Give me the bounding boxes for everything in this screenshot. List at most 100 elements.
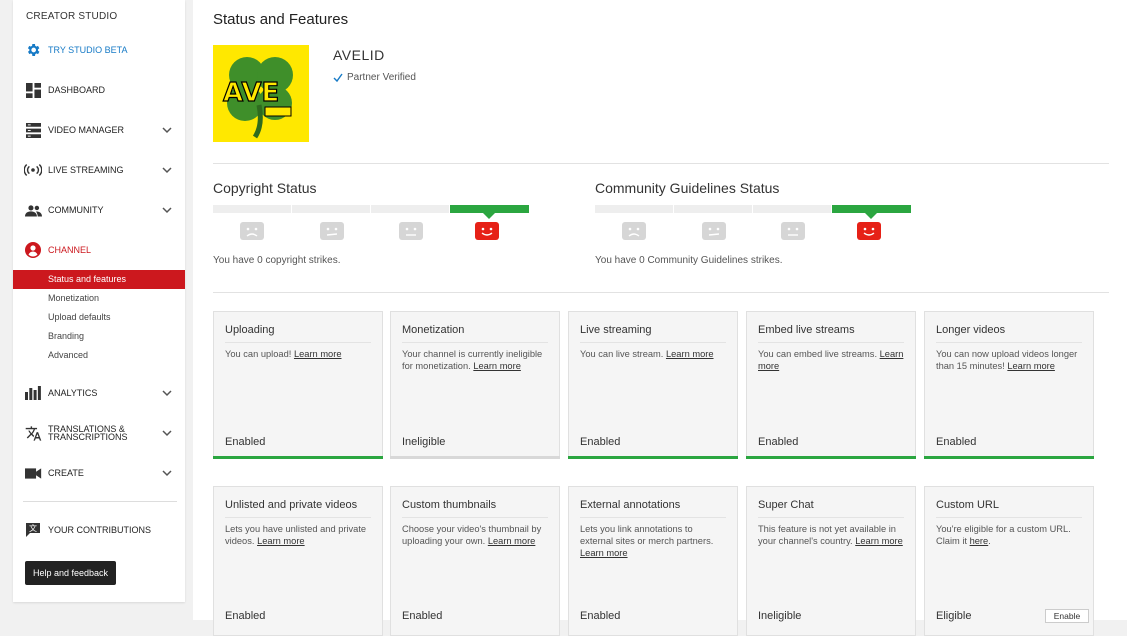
community-status-title: Community Guidelines Status	[595, 180, 780, 196]
card-rule	[402, 517, 548, 518]
sidebar-item-dashboard[interactable]: DASHBOARD	[13, 77, 185, 103]
learn-more-link[interactable]: Learn more	[666, 349, 714, 359]
channel-name: AVELID	[333, 47, 385, 63]
card-description-text: You're eligible for a custom URL. Claim …	[936, 524, 1071, 546]
learn-more-link[interactable]: Learn more	[855, 536, 903, 546]
sidebar-item-video-manager[interactable]: VIDEO MANAGER	[13, 117, 185, 143]
card-status-bar	[924, 456, 1094, 459]
strike-pointer	[483, 213, 495, 219]
sidebar-subitem-advanced[interactable]: Advanced	[13, 346, 185, 365]
sidebar-item-analytics[interactable]: ANALYTICS	[13, 380, 185, 406]
card-rule	[402, 342, 548, 343]
chevron-down-icon[interactable]	[161, 124, 173, 136]
checkmark-icon	[333, 73, 343, 82]
card-status: Enabled	[580, 436, 621, 448]
strike-bar-2	[674, 205, 752, 213]
channel-logo: AVE	[213, 45, 309, 142]
verified-label: Partner Verified	[347, 72, 416, 83]
chevron-down-icon[interactable]	[161, 204, 173, 216]
learn-more-link[interactable]: Learn more	[488, 536, 536, 546]
subitem-label: Monetization	[48, 293, 100, 303]
strike-bar-0-active	[450, 205, 529, 213]
card-status: Eligible	[936, 610, 972, 622]
card-rule	[225, 342, 371, 343]
copyright-status: Copyright Status You have 0 copyright st…	[213, 180, 543, 266]
chevron-down-icon[interactable]	[161, 387, 173, 399]
camera-icon	[24, 464, 42, 482]
card-description: You can upload! Learn more	[225, 348, 373, 360]
sidebar-subitem-branding[interactable]: Branding	[13, 327, 185, 346]
sidebar-item-label: LIVE STREAMING	[48, 164, 124, 175]
happy-face-icon	[857, 222, 881, 240]
sidebar-item-create[interactable]: CREATE	[13, 460, 185, 486]
card-description: Lets you link annotations to external si…	[580, 523, 728, 559]
main-content: Status and Features AVE AVELID Partner V…	[193, 0, 1127, 636]
sidebar-item-channel[interactable]: CHANNEL	[13, 237, 185, 263]
sidebar-item-label: COMMUNITY	[48, 204, 104, 215]
sidebar-item-live-streaming[interactable]: LIVE STREAMING	[13, 157, 185, 183]
sidebar-item-label-line2: TRANSCRIPTIONS	[48, 432, 128, 442]
learn-more-link[interactable]: Learn more	[473, 361, 521, 371]
card-status-bar	[746, 456, 916, 459]
sidebar-item-community[interactable]: COMMUNITY	[13, 197, 185, 223]
strike-bar-3	[213, 205, 291, 213]
claim-here-link[interactable]: here	[970, 536, 989, 546]
subitem-label: Status and features	[48, 274, 127, 284]
feature-card-longer-videos: Longer videos You can now upload videos …	[924, 311, 1094, 459]
chevron-down-icon[interactable]	[161, 467, 173, 479]
enable-custom-url-button[interactable]: Enable	[1045, 609, 1089, 623]
community-guidelines-status: Community Guidelines Status You have 0 C…	[595, 180, 925, 266]
translate-icon	[24, 424, 42, 442]
sidebar-subitem-monetization[interactable]: Monetization	[13, 289, 185, 308]
feature-card-monetization: Monetization Your channel is currently i…	[390, 311, 560, 459]
subitem-label: Upload defaults	[48, 312, 111, 322]
neutral-face-icon	[320, 222, 344, 240]
card-status-bar	[568, 456, 738, 459]
feature-card-external-annotations: External annotations Lets you link annot…	[568, 486, 738, 636]
analytics-icon	[24, 384, 42, 402]
sidebar-item-translations[interactable]: TRANSLATIONS & TRANSCRIPTIONS	[13, 420, 185, 446]
card-title: Embed live streams	[758, 324, 855, 336]
divider	[213, 292, 1109, 293]
card-description: Choose your video's thumbnail by uploadi…	[402, 523, 550, 547]
sidebar: CREATOR STUDIO TRY STUDIO BETA DASHBOARD…	[13, 0, 185, 602]
strike-bar-3	[595, 205, 673, 213]
gear-icon	[24, 41, 42, 59]
learn-more-link[interactable]: Learn more	[580, 548, 628, 558]
card-description: You can live stream. Learn more	[580, 348, 728, 360]
card-status: Enabled	[580, 610, 621, 622]
community-icon	[24, 201, 42, 219]
card-description: You can now upload videos longer than 15…	[936, 348, 1084, 372]
card-title: External annotations	[580, 499, 681, 511]
card-status: Enabled	[225, 436, 266, 448]
sidebar-item-try-studio-beta[interactable]: TRY STUDIO BETA	[13, 37, 185, 63]
sidebar-divider	[23, 501, 177, 502]
partner-verified: Partner Verified	[333, 72, 416, 83]
divider	[213, 163, 1109, 164]
card-description: You're eligible for a custom URL. Claim …	[936, 523, 1084, 547]
card-title: Uploading	[225, 324, 275, 336]
sidebar-subitem-upload-defaults[interactable]: Upload defaults	[13, 308, 185, 327]
card-description-text: Lets you link annotations to external si…	[580, 524, 714, 546]
strike-bar-2	[292, 205, 370, 213]
sidebar-subitem-status-and-features[interactable]: Status and features	[13, 270, 185, 289]
learn-more-link[interactable]: Learn more	[257, 536, 305, 546]
chevron-down-icon[interactable]	[161, 427, 173, 439]
sidebar-item-label: TRY STUDIO BETA	[48, 44, 128, 55]
help-and-feedback-button[interactable]: Help and feedback	[25, 561, 116, 585]
sidebar-item-your-contributions[interactable]: 文 YOUR CONTRIBUTIONS	[13, 517, 185, 543]
clover-logo-image: AVE	[213, 45, 309, 142]
strike-pointer	[865, 213, 877, 219]
svg-text:文: 文	[29, 523, 37, 533]
chevron-down-icon[interactable]	[161, 164, 173, 176]
neutral-face-icon	[399, 222, 423, 240]
card-title: Custom thumbnails	[402, 499, 497, 511]
learn-more-link[interactable]: Learn more	[294, 349, 342, 359]
card-title: Super Chat	[758, 499, 814, 511]
video-manager-icon	[24, 121, 42, 139]
card-rule	[936, 342, 1082, 343]
learn-more-link[interactable]: Learn more	[1007, 361, 1055, 371]
card-status-bar	[213, 456, 383, 459]
strike-bar-0-active	[832, 205, 911, 213]
card-description-text: You can embed live streams.	[758, 349, 878, 359]
